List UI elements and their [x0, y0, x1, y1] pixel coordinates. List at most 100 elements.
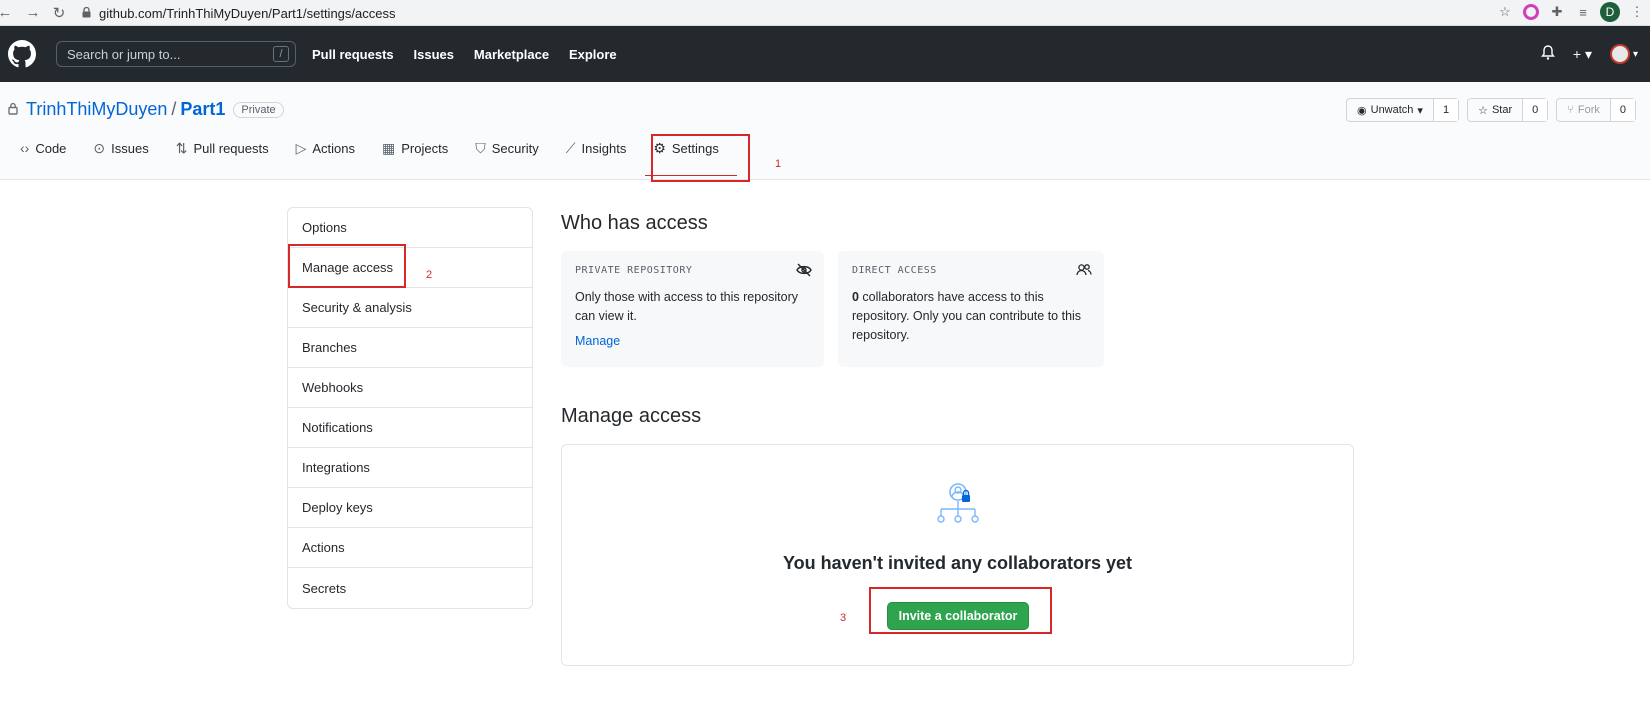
graph-icon: ⟋: [565, 139, 576, 156]
sidebar-item-security-analysis[interactable]: Security & analysis: [288, 288, 532, 328]
url-text: github.com/TrinhThiMyDuyen/Part1/setting…: [99, 5, 396, 21]
global-nav: Pull requests Issues Marketplace Explore: [312, 46, 633, 62]
back-arrow-icon[interactable]: ←: [0, 2, 16, 24]
sidebar-item-deploy-keys[interactable]: Deploy keys: [288, 488, 532, 528]
lock-icon: [82, 6, 91, 21]
annotation-number-2: 2: [426, 269, 433, 281]
settings-content: Who has access PRIVATE REPOSITORY Only t…: [561, 212, 1354, 666]
private-repository-card: PRIVATE REPOSITORY Only those with acces…: [561, 251, 824, 367]
fork-button-group: ⑂ Fork 0: [1556, 98, 1636, 122]
star-label: Star: [1491, 104, 1513, 116]
direct-access-card: DIRECT ACCESS 0 collaborators have acces…: [838, 251, 1104, 367]
user-menu[interactable]: ▾: [1609, 44, 1638, 64]
tab-label: Code: [35, 140, 67, 156]
tab-label: Insights: [581, 140, 627, 156]
fork-label: Fork: [1577, 104, 1600, 116]
card-kicker: DIRECT ACCESS: [852, 265, 937, 276]
sidebar-item-secrets[interactable]: Secrets: [288, 568, 532, 608]
star-button[interactable]: ☆ Star: [1468, 99, 1522, 121]
annotation-box-manage-access: [288, 244, 406, 288]
tab-projects[interactable]: ▦ Projects: [382, 128, 461, 168]
repo-owner-link[interactable]: TrinhThiMyDuyen: [26, 99, 167, 120]
play-icon: ▷: [295, 139, 307, 156]
search-input[interactable]: Search or jump to... /: [56, 41, 296, 67]
sidebar-item-options[interactable]: Options: [288, 208, 532, 248]
collaborator-text: collaborators have access to this reposi…: [852, 290, 1082, 342]
star-icon: ☆: [1478, 104, 1488, 117]
browser-toolbar: ← → ↻ github.com/TrinhThiMyDuyen/Part1/s…: [0, 0, 1650, 26]
sidebar-item-webhooks[interactable]: Webhooks: [288, 368, 532, 408]
extension-color-icon[interactable]: [1522, 3, 1540, 21]
reading-list-icon[interactable]: ≡: [1574, 3, 1592, 21]
unwatch-label: Unwatch: [1370, 104, 1414, 116]
eye-closed-icon: [796, 263, 812, 280]
who-has-access-title: Who has access: [561, 212, 708, 234]
puzzle-extensions-icon[interactable]: ✚: [1548, 3, 1566, 21]
tab-pull-requests[interactable]: ⇅ Pull requests: [176, 128, 282, 168]
tab-insights[interactable]: ⟋ Insights: [566, 128, 640, 168]
fork-icon: ⑂: [1567, 104, 1574, 116]
fork-button[interactable]: ⑂ Fork: [1557, 99, 1610, 121]
address-bar[interactable]: github.com/TrinhThiMyDuyen/Part1/setting…: [72, 2, 1510, 24]
unwatch-button[interactable]: ◉ Unwatch ▾: [1347, 99, 1433, 121]
tab-label: Issues: [111, 140, 149, 156]
card-description: 0 collaborators have access to this repo…: [852, 288, 1090, 345]
manage-link[interactable]: Manage: [575, 334, 810, 348]
bell-icon[interactable]: [1540, 45, 1555, 63]
card-kicker: PRIVATE REPOSITORY: [575, 265, 693, 276]
lock-icon: [8, 102, 18, 118]
collaborator-count: 0: [852, 290, 859, 304]
tab-label: Pull requests: [193, 140, 269, 156]
empty-state-message: You haven't invited any collaborators ye…: [782, 553, 1133, 573]
tab-code[interactable]: ‹› Code: [20, 128, 79, 168]
star-bookmark-icon[interactable]: ☆: [1496, 3, 1514, 21]
forward-arrow-icon[interactable]: →: [22, 2, 44, 24]
search-placeholder: Search or jump to...: [67, 46, 181, 62]
browser-menu-icon[interactable]: ⋮: [1628, 3, 1646, 21]
repo-name-link[interactable]: Part1: [180, 99, 225, 120]
watch-count[interactable]: 1: [1432, 99, 1459, 121]
settings-main: Options Manage access Security & analysi…: [0, 180, 1650, 680]
star-count[interactable]: 0: [1522, 99, 1548, 121]
repo-header: TrinhThiMyDuyen / Part1 Private ◉ Unwatc…: [0, 82, 1650, 182]
profile-avatar[interactable]: D: [1600, 2, 1620, 22]
sidebar-item-actions[interactable]: Actions: [288, 528, 532, 568]
nav-marketplace[interactable]: Marketplace: [474, 47, 549, 62]
annotation-underline: [645, 175, 737, 176]
tab-actions[interactable]: ▷ Actions: [296, 128, 368, 168]
pull-request-icon: ⇅: [175, 139, 188, 156]
repo-separator: /: [171, 99, 177, 119]
chevron-down-icon: ▾: [1632, 48, 1638, 60]
tab-issues[interactable]: ⊙ Issues: [93, 128, 161, 168]
tab-label: Projects: [401, 140, 449, 156]
nav-pull-requests[interactable]: Pull requests: [312, 47, 394, 62]
chevron-down-icon: ▾: [1417, 104, 1423, 117]
tab-label: Security: [491, 140, 539, 156]
sidebar-item-notifications[interactable]: Notifications: [288, 408, 532, 448]
github-logo-icon[interactable]: [8, 40, 36, 68]
tab-label: Actions: [312, 140, 356, 156]
github-header: Search or jump to... / Pull requests Iss…: [0, 26, 1650, 82]
sidebar-item-integrations[interactable]: Integrations: [288, 448, 532, 488]
issue-icon: ⊙: [93, 139, 106, 156]
repo-title: TrinhThiMyDuyen / Part1 Private: [8, 99, 284, 120]
star-button-group: ☆ Star 0: [1467, 98, 1549, 122]
annotation-box-invite: [869, 587, 1052, 634]
create-new-plus-icon[interactable]: + ▾: [1573, 46, 1592, 63]
collaborators-empty-state: You haven't invited any collaborators ye…: [561, 444, 1354, 666]
reload-icon[interactable]: ↻: [48, 2, 70, 24]
repo-tabs: ‹› Code ⊙ Issues ⇅ Pull requests ▷ Actions ▦…: [20, 128, 746, 168]
tab-security[interactable]: ⛉ Security: [475, 128, 551, 168]
nav-explore[interactable]: Explore: [569, 47, 617, 62]
annotation-number-1: 1: [775, 158, 782, 170]
sidebar-item-branches[interactable]: Branches: [288, 328, 532, 368]
project-icon: ▦: [382, 139, 396, 156]
fork-count[interactable]: 0: [1609, 99, 1635, 121]
nav-issues[interactable]: Issues: [414, 47, 454, 62]
manage-access-title: Manage access: [561, 405, 702, 427]
watch-button-group: ◉ Unwatch ▾ 1: [1346, 98, 1460, 122]
shield-icon: ⛉: [475, 139, 486, 156]
code-icon: ‹›: [20, 140, 30, 156]
people-icon: [1076, 263, 1092, 280]
avatar: [1609, 44, 1630, 64]
